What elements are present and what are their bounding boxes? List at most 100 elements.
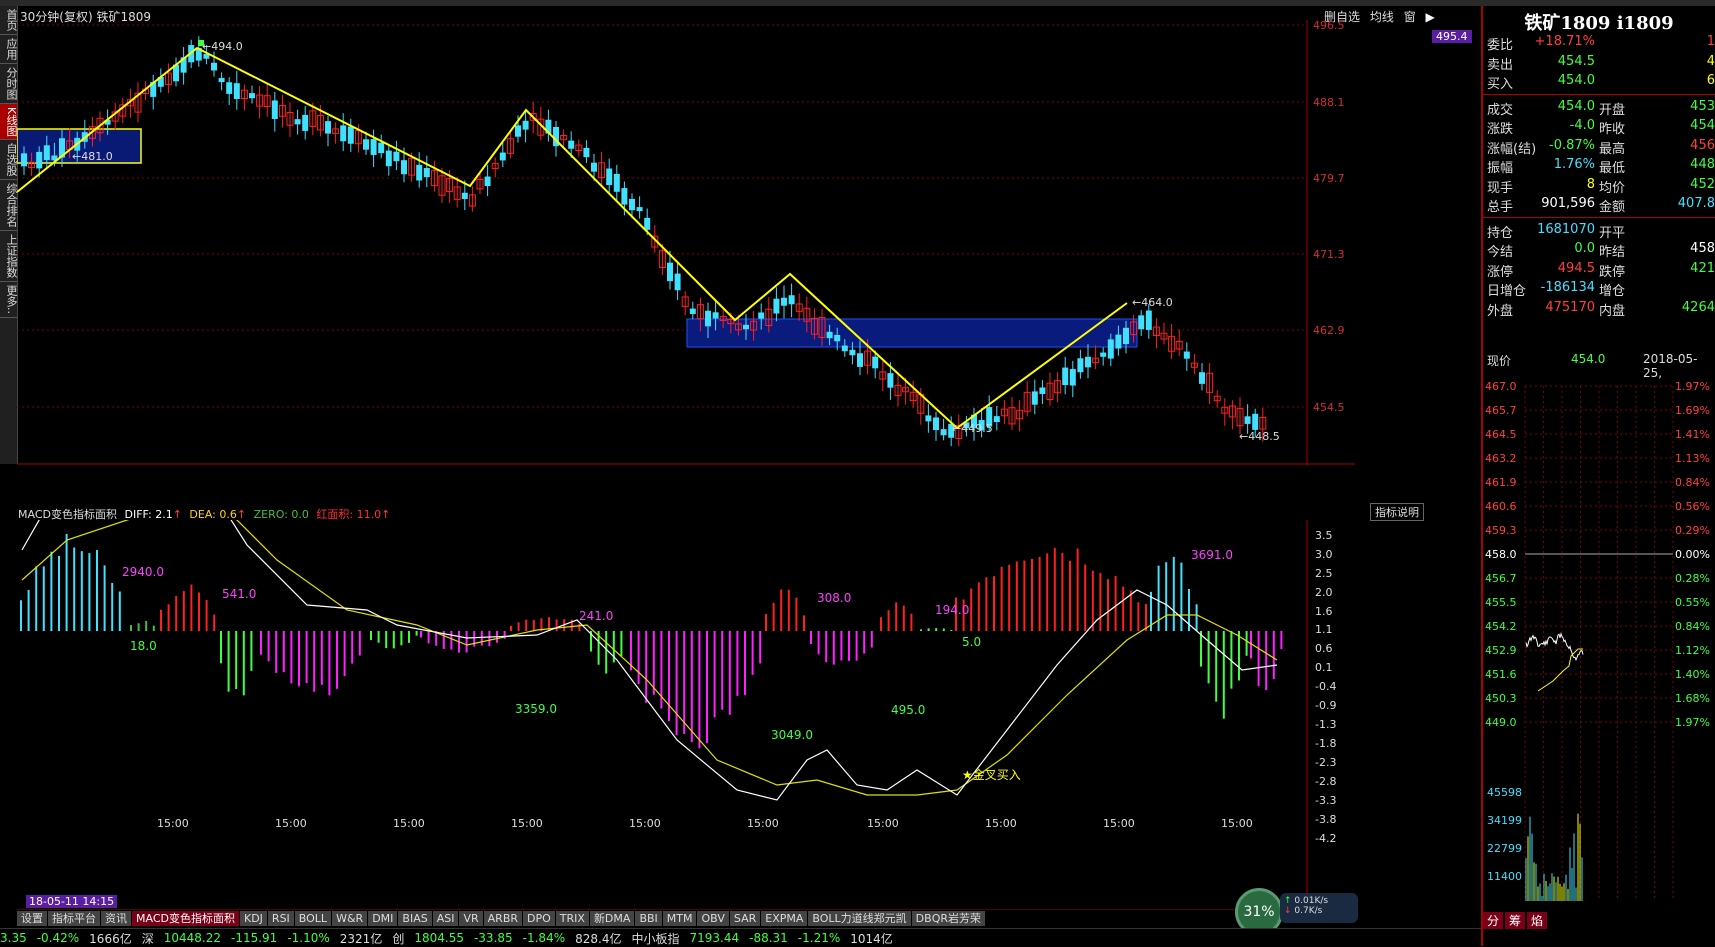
- intraday-chart[interactable]: 467.0 1.97% 465.7 1.69% 464.5 1.41% 463.2 1.13%…: [1483, 381, 1715, 911]
- quote-label: 现手: [1487, 180, 1514, 196]
- indicator-tab[interactable]: DPO: [523, 911, 556, 926]
- indicator-tab[interactable]: 设置: [17, 911, 48, 926]
- candle-down: [416, 164, 423, 181]
- indicator-tab[interactable]: 资讯: [101, 911, 132, 926]
- indicator-tab[interactable]: BBI: [635, 911, 663, 926]
- ma-button[interactable]: 均线: [1370, 10, 1394, 24]
- quote-label: 持仓: [1487, 225, 1514, 241]
- status-item: -1.84%: [522, 931, 566, 945]
- candle-down: [841, 345, 848, 352]
- play-icon[interactable]: ▶: [1426, 10, 1435, 24]
- nav-item[interactable]: 首页: [0, 6, 18, 35]
- intraday-price-label: 456.7: [1485, 572, 1517, 585]
- candle-down: [773, 298, 780, 314]
- volume-label: 22799: [1487, 842, 1522, 855]
- intraday-pct-label: 0.28%: [1675, 572, 1710, 585]
- candle-down: [1085, 356, 1091, 368]
- indicator-tab[interactable]: OBV: [697, 911, 730, 926]
- quote-label: 涨跌: [1487, 122, 1514, 137]
- status-item: 828.4亿: [575, 931, 622, 946]
- nav-item[interactable]: 上证指数: [0, 231, 18, 283]
- candle-down: [43, 145, 50, 161]
- indicator-tab[interactable]: ASI: [432, 911, 460, 926]
- macd-area-label: 2940.0: [122, 565, 164, 579]
- quote-row: 振幅 1.76% 最低 448: [1487, 157, 1715, 176]
- status-item: -88.31: [749, 931, 788, 945]
- quote-value: 475170: [1545, 299, 1595, 315]
- indicator-tab[interactable]: DBQR岩芳荣: [911, 911, 986, 926]
- quote-value: 4264: [1681, 299, 1715, 315]
- current-price-value: 454.0: [1571, 352, 1606, 366]
- quote-label: 涨停: [1487, 264, 1514, 280]
- intraday-avg-line: [1537, 648, 1583, 692]
- indicator-tab[interactable]: W&R: [332, 911, 369, 926]
- quote-row: 卖出 454.5 4: [1487, 54, 1715, 73]
- indicator-tab[interactable]: ARBR: [483, 911, 524, 926]
- intraday-price-label: 463.2: [1485, 452, 1517, 465]
- nav-item[interactable]: K线图: [0, 104, 18, 141]
- quote-row: 外盘 475170 内盘 4264: [1487, 300, 1715, 319]
- indicator-tab[interactable]: BOLL力道线郑元凯: [808, 911, 912, 926]
- nav-item[interactable]: 自选股: [0, 140, 18, 181]
- candle-down: [568, 140, 575, 149]
- candle-down: [302, 114, 309, 131]
- time-axis-label: 15:00: [985, 817, 1017, 830]
- macd-axis-label: 3.5: [1315, 529, 1333, 542]
- indicator-tab[interactable]: 指标平台: [48, 911, 101, 926]
- intraday-pct-label: 1.68%: [1675, 692, 1710, 705]
- indicator-tab[interactable]: RSI: [267, 911, 295, 926]
- macd-chart[interactable]: 4.0 3.5 3.0 2.5 2.0 1.6 1.1 0.6 0.1 -0.4 -0.9 -1.3 -…: [17, 520, 1355, 910]
- indicator-help-button[interactable]: 指标说明: [1370, 503, 1424, 521]
- intraday-tabs: 分筹焰: [1483, 912, 1549, 929]
- nav-item[interactable]: 综合排名: [0, 180, 18, 232]
- quote-row: 涨跌 -4.0 昨收 454: [1487, 118, 1715, 137]
- indicator-tab[interactable]: BOLL: [294, 911, 333, 926]
- quote-label: 买入: [1487, 77, 1514, 92]
- intraday-tab[interactable]: 筹: [1505, 912, 1526, 929]
- candle-down: [1138, 315, 1145, 330]
- indicator-tab[interactable]: EXPMA: [761, 911, 809, 926]
- nav-item[interactable]: 更多..: [0, 282, 18, 319]
- candle-down: [218, 78, 225, 83]
- indicator-tab[interactable]: MTM: [662, 911, 698, 926]
- divider: [1483, 217, 1715, 218]
- indicator-tab[interactable]: 新DMA: [589, 911, 636, 926]
- candle-down: [925, 415, 932, 422]
- indicator-tab[interactable]: TRIX: [555, 911, 590, 926]
- quote-value: 458: [1690, 241, 1715, 256]
- quote-row: 今结 0.0 昨结 458: [1487, 241, 1715, 260]
- indicator-tab[interactable]: MACD变色指标面积: [132, 911, 240, 926]
- price-annotation: ←464.0: [1132, 296, 1173, 309]
- candle-down: [271, 100, 278, 119]
- status-item: 1666亿: [89, 931, 132, 946]
- intraday-pct-label: 0.84%: [1675, 476, 1710, 489]
- quote-panel: 铁矿1809 i1809 委比 +18.71% 1 卖出 454.5 4 买入 454.0 6 成…: [1481, 6, 1715, 946]
- indicator-tab[interactable]: DMI: [368, 911, 399, 926]
- quote-label: 内盘: [1599, 303, 1626, 319]
- candle-down: [872, 356, 879, 369]
- kline-chart[interactable]: 496.5 488.1 479.7 471.3 462.9 454.5 ←494.0 ←481…: [17, 20, 1355, 465]
- quote-value: 1.76%: [1553, 157, 1595, 172]
- indicator-tab[interactable]: BIAS: [398, 911, 433, 926]
- intraday-price-label: 454.2: [1485, 620, 1517, 633]
- intraday-price-label: 458.0: [1485, 548, 1517, 561]
- nav-item[interactable]: 应用: [0, 35, 18, 64]
- nav-item[interactable]: 分时图: [0, 64, 18, 104]
- quote-value: 452: [1690, 176, 1715, 192]
- status-item: -0.42%: [36, 931, 80, 945]
- window-button[interactable]: 窗: [1404, 10, 1416, 24]
- indicator-tab[interactable]: KDJ: [239, 911, 268, 926]
- intraday-tab[interactable]: 焰: [1527, 912, 1548, 929]
- quote-label: 金额: [1599, 200, 1626, 215]
- quote-value: 1681070: [1537, 221, 1595, 237]
- intraday-tab[interactable]: 分: [1483, 912, 1504, 929]
- quote-row: 持仓 1681070 开平: [1487, 222, 1715, 241]
- indicator-tab[interactable]: VR: [459, 911, 484, 926]
- indicator-tab[interactable]: SAR: [729, 911, 762, 926]
- quote-value: -4.0: [1569, 118, 1595, 133]
- candle-down: [636, 207, 643, 212]
- status-item: 10448.22: [163, 931, 221, 945]
- candle-down: [1107, 339, 1114, 359]
- candle-down: [484, 176, 491, 187]
- status-item: -1.10%: [287, 931, 330, 945]
